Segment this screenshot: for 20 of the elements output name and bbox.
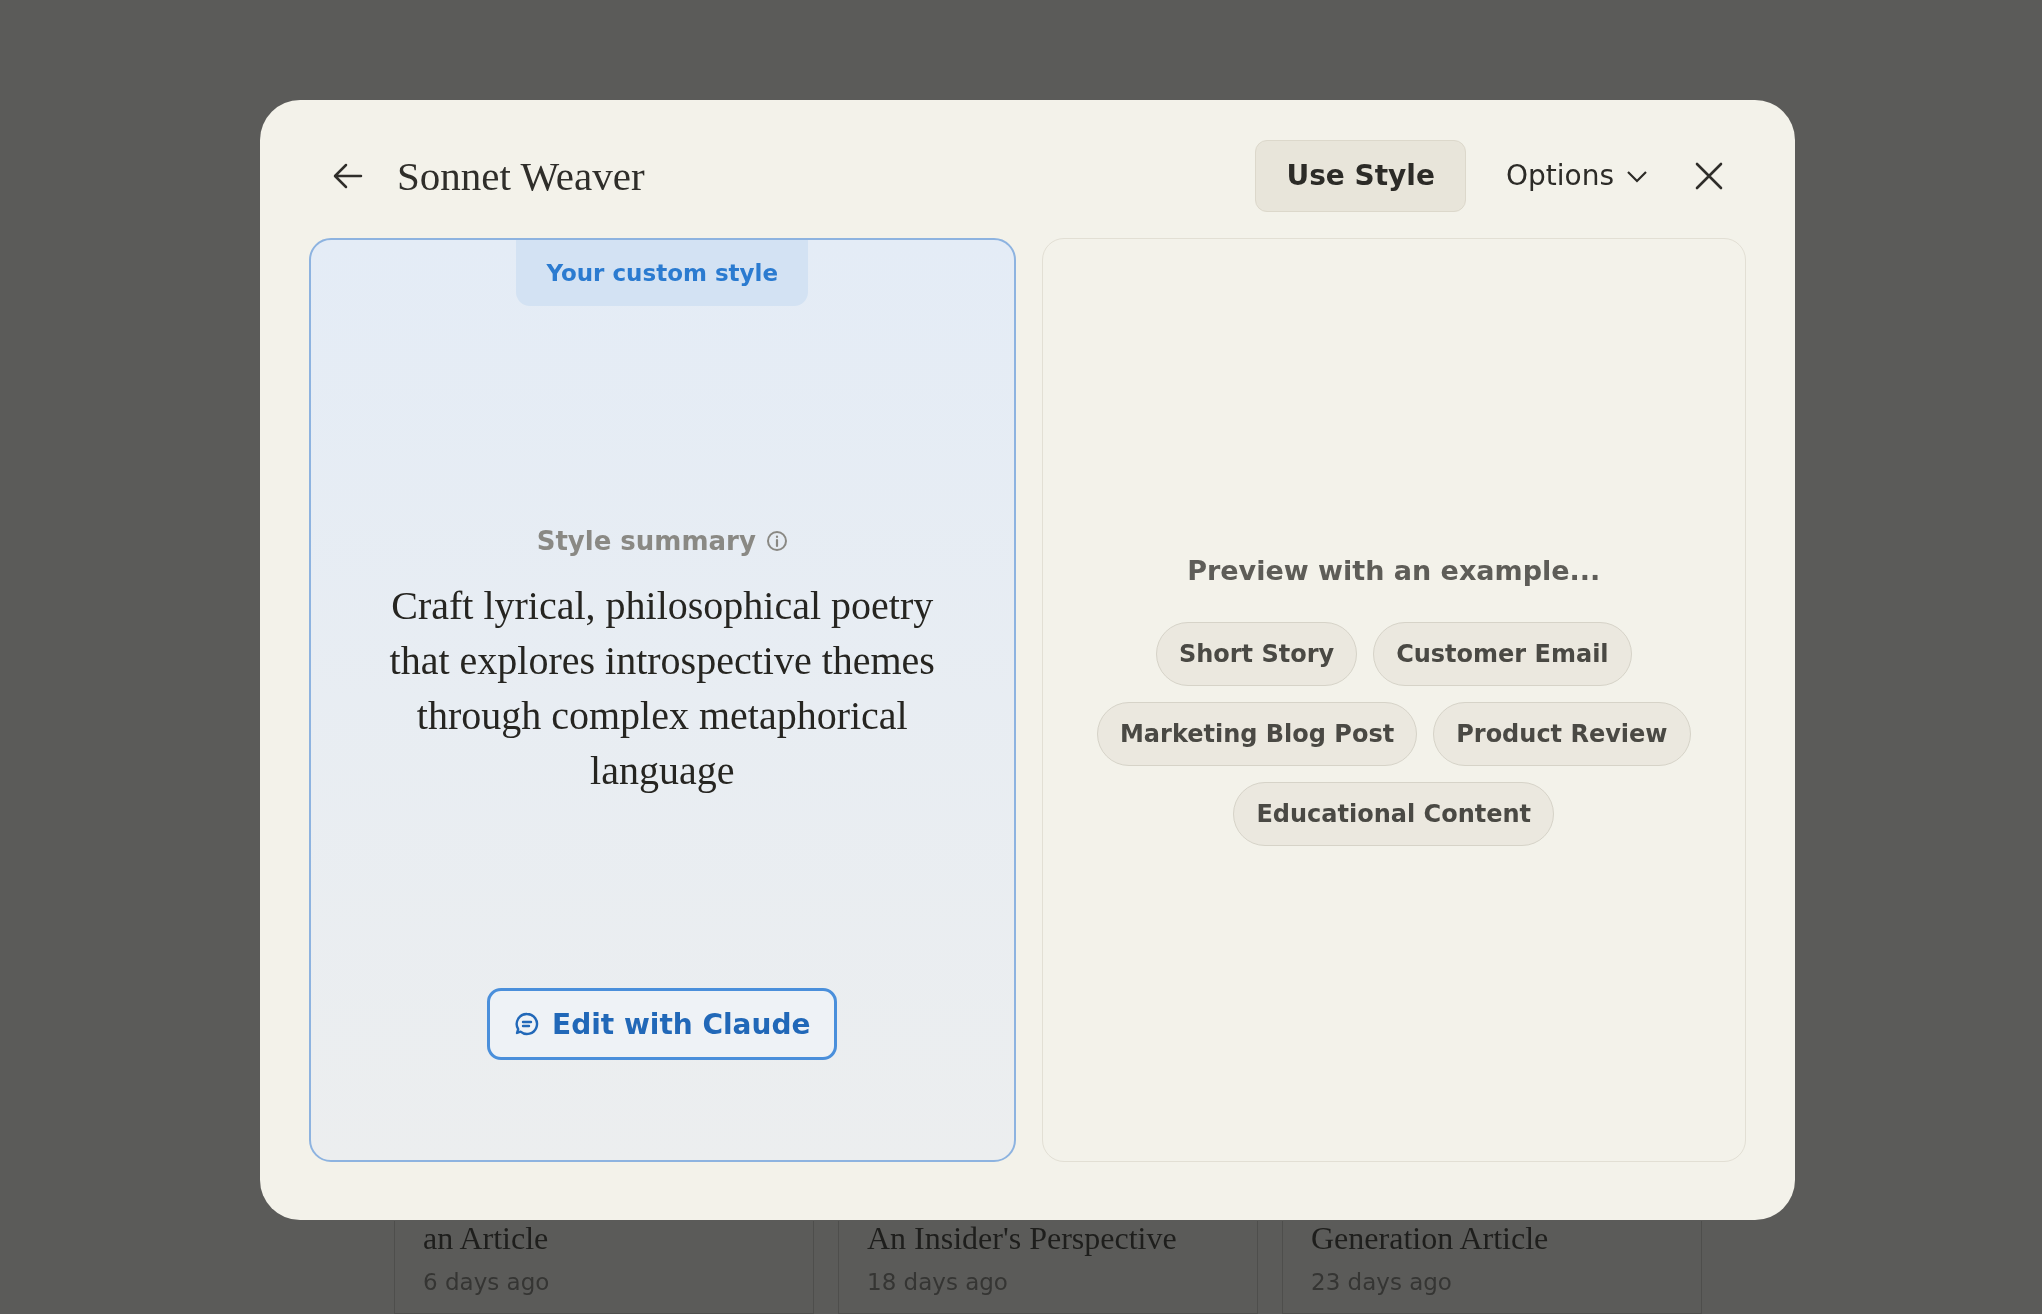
article-title: an Article xyxy=(423,1221,550,1255)
use-style-button[interactable]: Use Style xyxy=(1255,139,1466,212)
example-chip[interactable]: Marketing Blog Post xyxy=(1097,701,1418,766)
article-title: Generation Article xyxy=(1311,1221,1550,1255)
example-chip[interactable]: Customer Email xyxy=(1373,621,1632,686)
example-chip[interactable]: Product Review xyxy=(1433,701,1691,766)
info-icon[interactable] xyxy=(765,530,788,552)
custom-style-badge: Your custom style xyxy=(516,240,809,306)
preview-heading: Preview with an example... xyxy=(1187,554,1601,586)
options-button[interactable]: Options xyxy=(1495,153,1658,198)
edit-with-claude-button[interactable]: Edit with Claude xyxy=(487,988,838,1060)
dialog-title: Sonnet Weaver xyxy=(397,151,646,200)
example-chip[interactable]: Educational Content xyxy=(1233,781,1555,846)
article-title: An Insider's Perspective xyxy=(867,1221,1178,1255)
chevron-down-icon xyxy=(1626,168,1648,183)
style-summary: Craft lyrical, philosophical poetry that explores introspective themes through complex metaphorical language xyxy=(388,582,936,795)
chat-bubble-icon xyxy=(514,1011,540,1037)
example-chip[interactable]: Short Story xyxy=(1155,621,1358,686)
summary-label: Style summary xyxy=(536,526,756,556)
close-icon[interactable] xyxy=(1694,160,1724,191)
